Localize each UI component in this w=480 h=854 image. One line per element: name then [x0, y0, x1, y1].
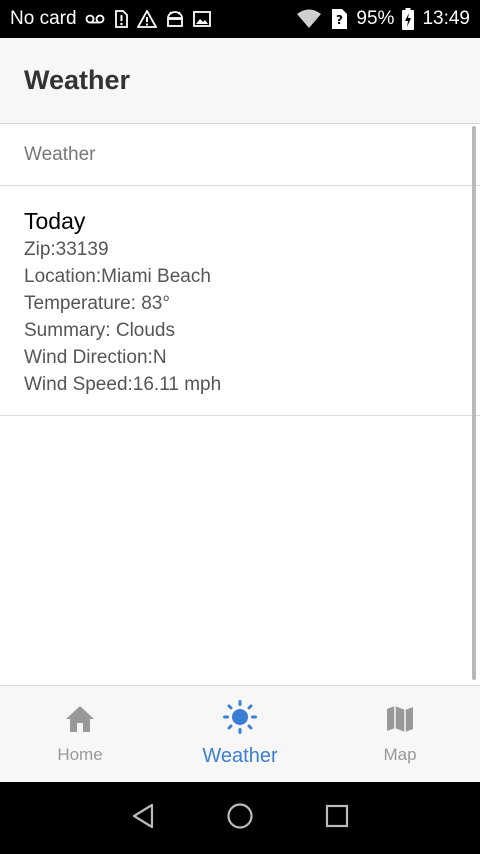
- image-icon: [192, 11, 211, 27]
- tab-home[interactable]: Home: [0, 686, 160, 782]
- page-title: Weather: [24, 65, 131, 95]
- summary-text: Summary: Clouds: [24, 320, 175, 341]
- system-nav-bar: [0, 782, 480, 854]
- tab-weather[interactable]: Weather: [160, 686, 320, 782]
- sim-alert-icon: [113, 10, 129, 28]
- tab-home-label: Home: [57, 744, 103, 764]
- recents-icon[interactable]: [324, 803, 350, 834]
- list-header: Weather: [0, 124, 480, 186]
- tab-weather-label: Weather: [202, 745, 278, 767]
- wind-speed-text: Wind Speed:16.11 mph: [24, 374, 222, 395]
- sun-icon: [223, 700, 257, 739]
- android-debug-icon: [165, 10, 185, 28]
- temperature-text: Temperature: 83°: [24, 293, 170, 314]
- home-circle-icon[interactable]: [226, 802, 254, 835]
- tab-map[interactable]: Map: [320, 686, 480, 782]
- status-bar: No card ? 95% 13:49: [0, 0, 480, 38]
- tab-bar: Home Weather Map: [0, 685, 480, 782]
- back-icon[interactable]: [130, 803, 156, 834]
- map-icon: [385, 704, 415, 739]
- warning-icon: [136, 10, 157, 28]
- tab-map-label: Map: [383, 744, 417, 764]
- svg-text:?: ?: [336, 13, 343, 27]
- location-text: Location:Miami Beach: [24, 266, 211, 287]
- home-icon: [64, 704, 96, 739]
- battery-charging-icon: [402, 8, 415, 30]
- carrier-text: No card: [10, 8, 77, 29]
- battery-percent: 95%: [356, 8, 395, 29]
- card-title: Today: [24, 208, 86, 234]
- no-sim-signal-icon: ?: [330, 8, 348, 30]
- content-list[interactable]: Weather Today Zip:33139 Location:Miami B…: [0, 124, 480, 685]
- clock-time: 13:49: [422, 8, 470, 29]
- app-bar: Weather: [0, 38, 480, 124]
- voicemail-icon: [85, 13, 105, 25]
- wifi-icon: [296, 9, 322, 29]
- weather-card[interactable]: Today Zip:33139 Location:Miami Beach Tem…: [0, 186, 480, 416]
- zip-text: Zip:33139: [24, 239, 109, 260]
- wind-direction-text: Wind Direction:N: [24, 347, 167, 368]
- scrollbar[interactable]: [472, 126, 476, 680]
